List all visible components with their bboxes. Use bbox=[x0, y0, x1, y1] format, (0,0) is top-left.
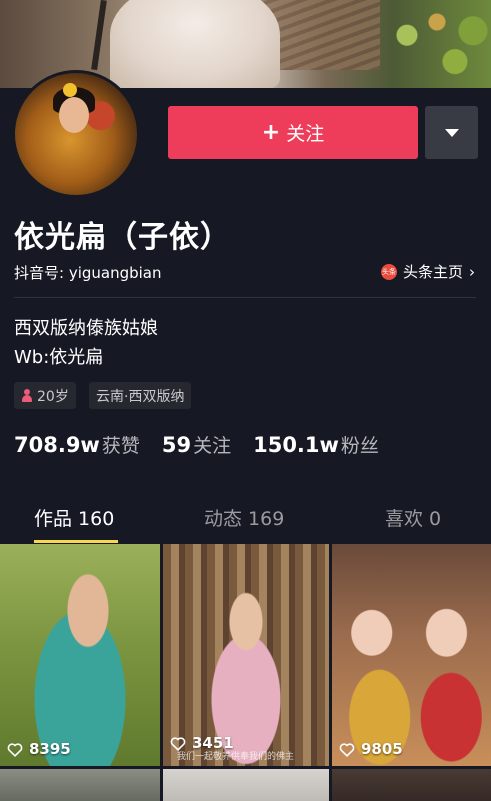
stat-followers[interactable]: 150.1w 粉丝 bbox=[253, 431, 379, 458]
tab-indicator bbox=[34, 540, 118, 543]
video-thumbnail[interactable] bbox=[0, 769, 160, 801]
cover-umbrella bbox=[91, 0, 107, 71]
stat-number: 59 bbox=[161, 433, 192, 457]
avatar-flower bbox=[63, 83, 77, 97]
tab-likes[interactable]: 喜欢 0 bbox=[385, 504, 441, 548]
stat-label: 获赞 bbox=[101, 435, 140, 457]
heart-icon bbox=[170, 736, 186, 751]
cover-person bbox=[110, 0, 280, 88]
follow-label: 关注 bbox=[286, 123, 325, 145]
heart-icon bbox=[339, 742, 355, 757]
toutiao-homepage-link[interactable]: 头条 头条主页 › bbox=[380, 261, 475, 282]
divider bbox=[14, 297, 476, 298]
stat-likes[interactable]: 708.9w 获赞 bbox=[14, 431, 140, 458]
video-thumbnail[interactable] bbox=[332, 769, 491, 801]
like-number: 9805 bbox=[361, 740, 403, 758]
bio-line: 西双版纳傣族姑娘 bbox=[14, 318, 158, 339]
video-thumbnail[interactable]: 8395 bbox=[0, 544, 160, 766]
stat-label: 粉丝 bbox=[340, 435, 379, 457]
profile-name: 依光扁（子依） bbox=[14, 220, 231, 255]
stats-row: 708.9w 获赞 59 关注 150.1w 粉丝 bbox=[14, 431, 401, 458]
stat-number: 708.9w bbox=[14, 433, 100, 457]
plus-icon: + bbox=[261, 120, 281, 145]
video-thumbnail[interactable]: 9805 bbox=[332, 544, 491, 766]
follow-button[interactable]: + 关注 bbox=[168, 106, 418, 159]
chevron-down-icon bbox=[444, 128, 459, 137]
stat-number: 150.1w bbox=[253, 433, 339, 457]
like-count: 3451 bbox=[170, 734, 234, 752]
like-count: 9805 bbox=[339, 740, 403, 758]
profile-tabs: 作品 160 动态 169 喜欢 0 bbox=[0, 496, 491, 540]
age-tag: 20岁 bbox=[14, 382, 76, 409]
female-icon bbox=[21, 389, 33, 402]
video-thumbnail[interactable] bbox=[163, 769, 329, 801]
chevron-right-icon: › bbox=[469, 262, 475, 281]
bio-line: Wb:依光扁 bbox=[14, 347, 104, 368]
video-thumbnail[interactable]: 我们一起敬养供奉我们的佛主 3451 bbox=[163, 544, 329, 766]
avatar[interactable] bbox=[12, 70, 140, 198]
cover-leaves bbox=[371, 0, 491, 88]
toutiao-icon: 头条 bbox=[380, 263, 397, 280]
stat-following[interactable]: 59 关注 bbox=[162, 431, 231, 458]
douyin-id: 抖音号: yiguangbian bbox=[14, 264, 162, 282]
heart-icon bbox=[7, 742, 23, 757]
like-number: 3451 bbox=[192, 734, 234, 752]
tab-dynamics[interactable]: 动态 169 bbox=[204, 504, 284, 548]
like-number: 8395 bbox=[29, 740, 71, 758]
location-label: 云南·西双版纳 bbox=[96, 388, 185, 405]
like-count: 8395 bbox=[7, 740, 71, 758]
more-options-button[interactable] bbox=[425, 106, 478, 159]
age-label: 20岁 bbox=[37, 388, 69, 405]
avatar-face bbox=[59, 97, 89, 133]
location-tag: 云南·西双版纳 bbox=[89, 382, 192, 409]
video-grid: 8395 我们一起敬养供奉我们的佛主 3451 9805 bbox=[0, 544, 491, 801]
stat-label: 关注 bbox=[193, 435, 232, 457]
toutiao-label: 头条主页 bbox=[402, 263, 463, 281]
